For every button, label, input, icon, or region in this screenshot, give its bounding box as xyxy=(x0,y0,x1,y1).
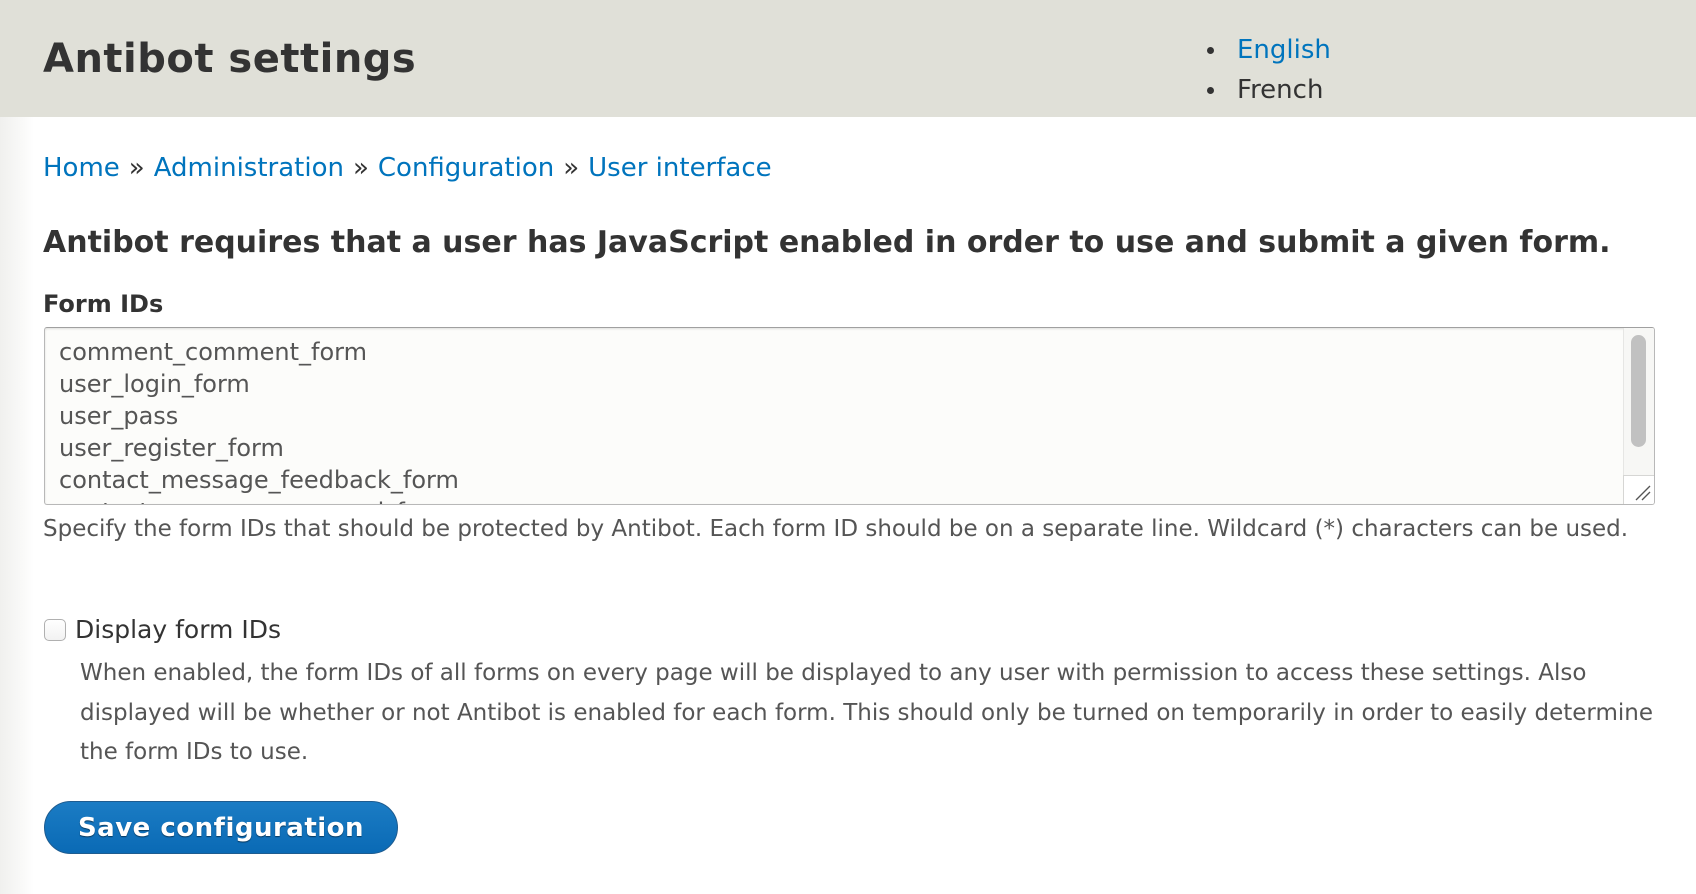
breadcrumb-configuration[interactable]: Configuration xyxy=(378,153,554,183)
page-title: Antibot settings xyxy=(43,36,417,82)
language-link-english[interactable]: English xyxy=(1237,35,1331,65)
textarea-scrollbar[interactable] xyxy=(1623,328,1654,476)
page-left-edge xyxy=(0,0,34,894)
breadcrumb-separator: » xyxy=(352,153,369,183)
resize-grip-icon xyxy=(1635,485,1651,501)
form-ids-textarea-container xyxy=(44,327,1655,505)
textarea-resize-handle[interactable] xyxy=(1623,475,1654,504)
breadcrumb-user-interface[interactable]: User interface xyxy=(588,153,772,183)
textarea-scrollbar-thumb[interactable] xyxy=(1631,335,1646,447)
display-form-ids-row: Display form IDs xyxy=(44,615,281,644)
display-form-ids-checkbox[interactable] xyxy=(44,618,66,641)
form-ids-textarea[interactable] xyxy=(45,328,1625,504)
page-header: Antibot settings English French xyxy=(0,0,1696,117)
breadcrumb-separator: » xyxy=(128,153,145,183)
breadcrumb-separator: » xyxy=(563,153,580,183)
language-switcher: English French xyxy=(1205,30,1331,110)
breadcrumb-home[interactable]: Home xyxy=(43,153,120,183)
intro-heading: Antibot requires that a user has JavaScr… xyxy=(43,225,1611,260)
form-ids-label: Form IDs xyxy=(43,290,164,318)
language-item-french: French xyxy=(1205,70,1331,110)
language-current-french: French xyxy=(1237,75,1324,105)
language-item-english: English xyxy=(1205,30,1331,70)
breadcrumb: Home » Administration » Configuration » User i… xyxy=(43,153,772,183)
display-form-ids-description: When enabled, the form IDs of all forms … xyxy=(80,660,1653,765)
form-ids-description: Specify the form IDs that should be prot… xyxy=(43,516,1629,542)
breadcrumb-administration[interactable]: Administration xyxy=(154,153,344,183)
display-form-ids-label[interactable]: Display form IDs xyxy=(75,615,281,644)
save-configuration-button[interactable]: Save configuration xyxy=(44,801,398,854)
